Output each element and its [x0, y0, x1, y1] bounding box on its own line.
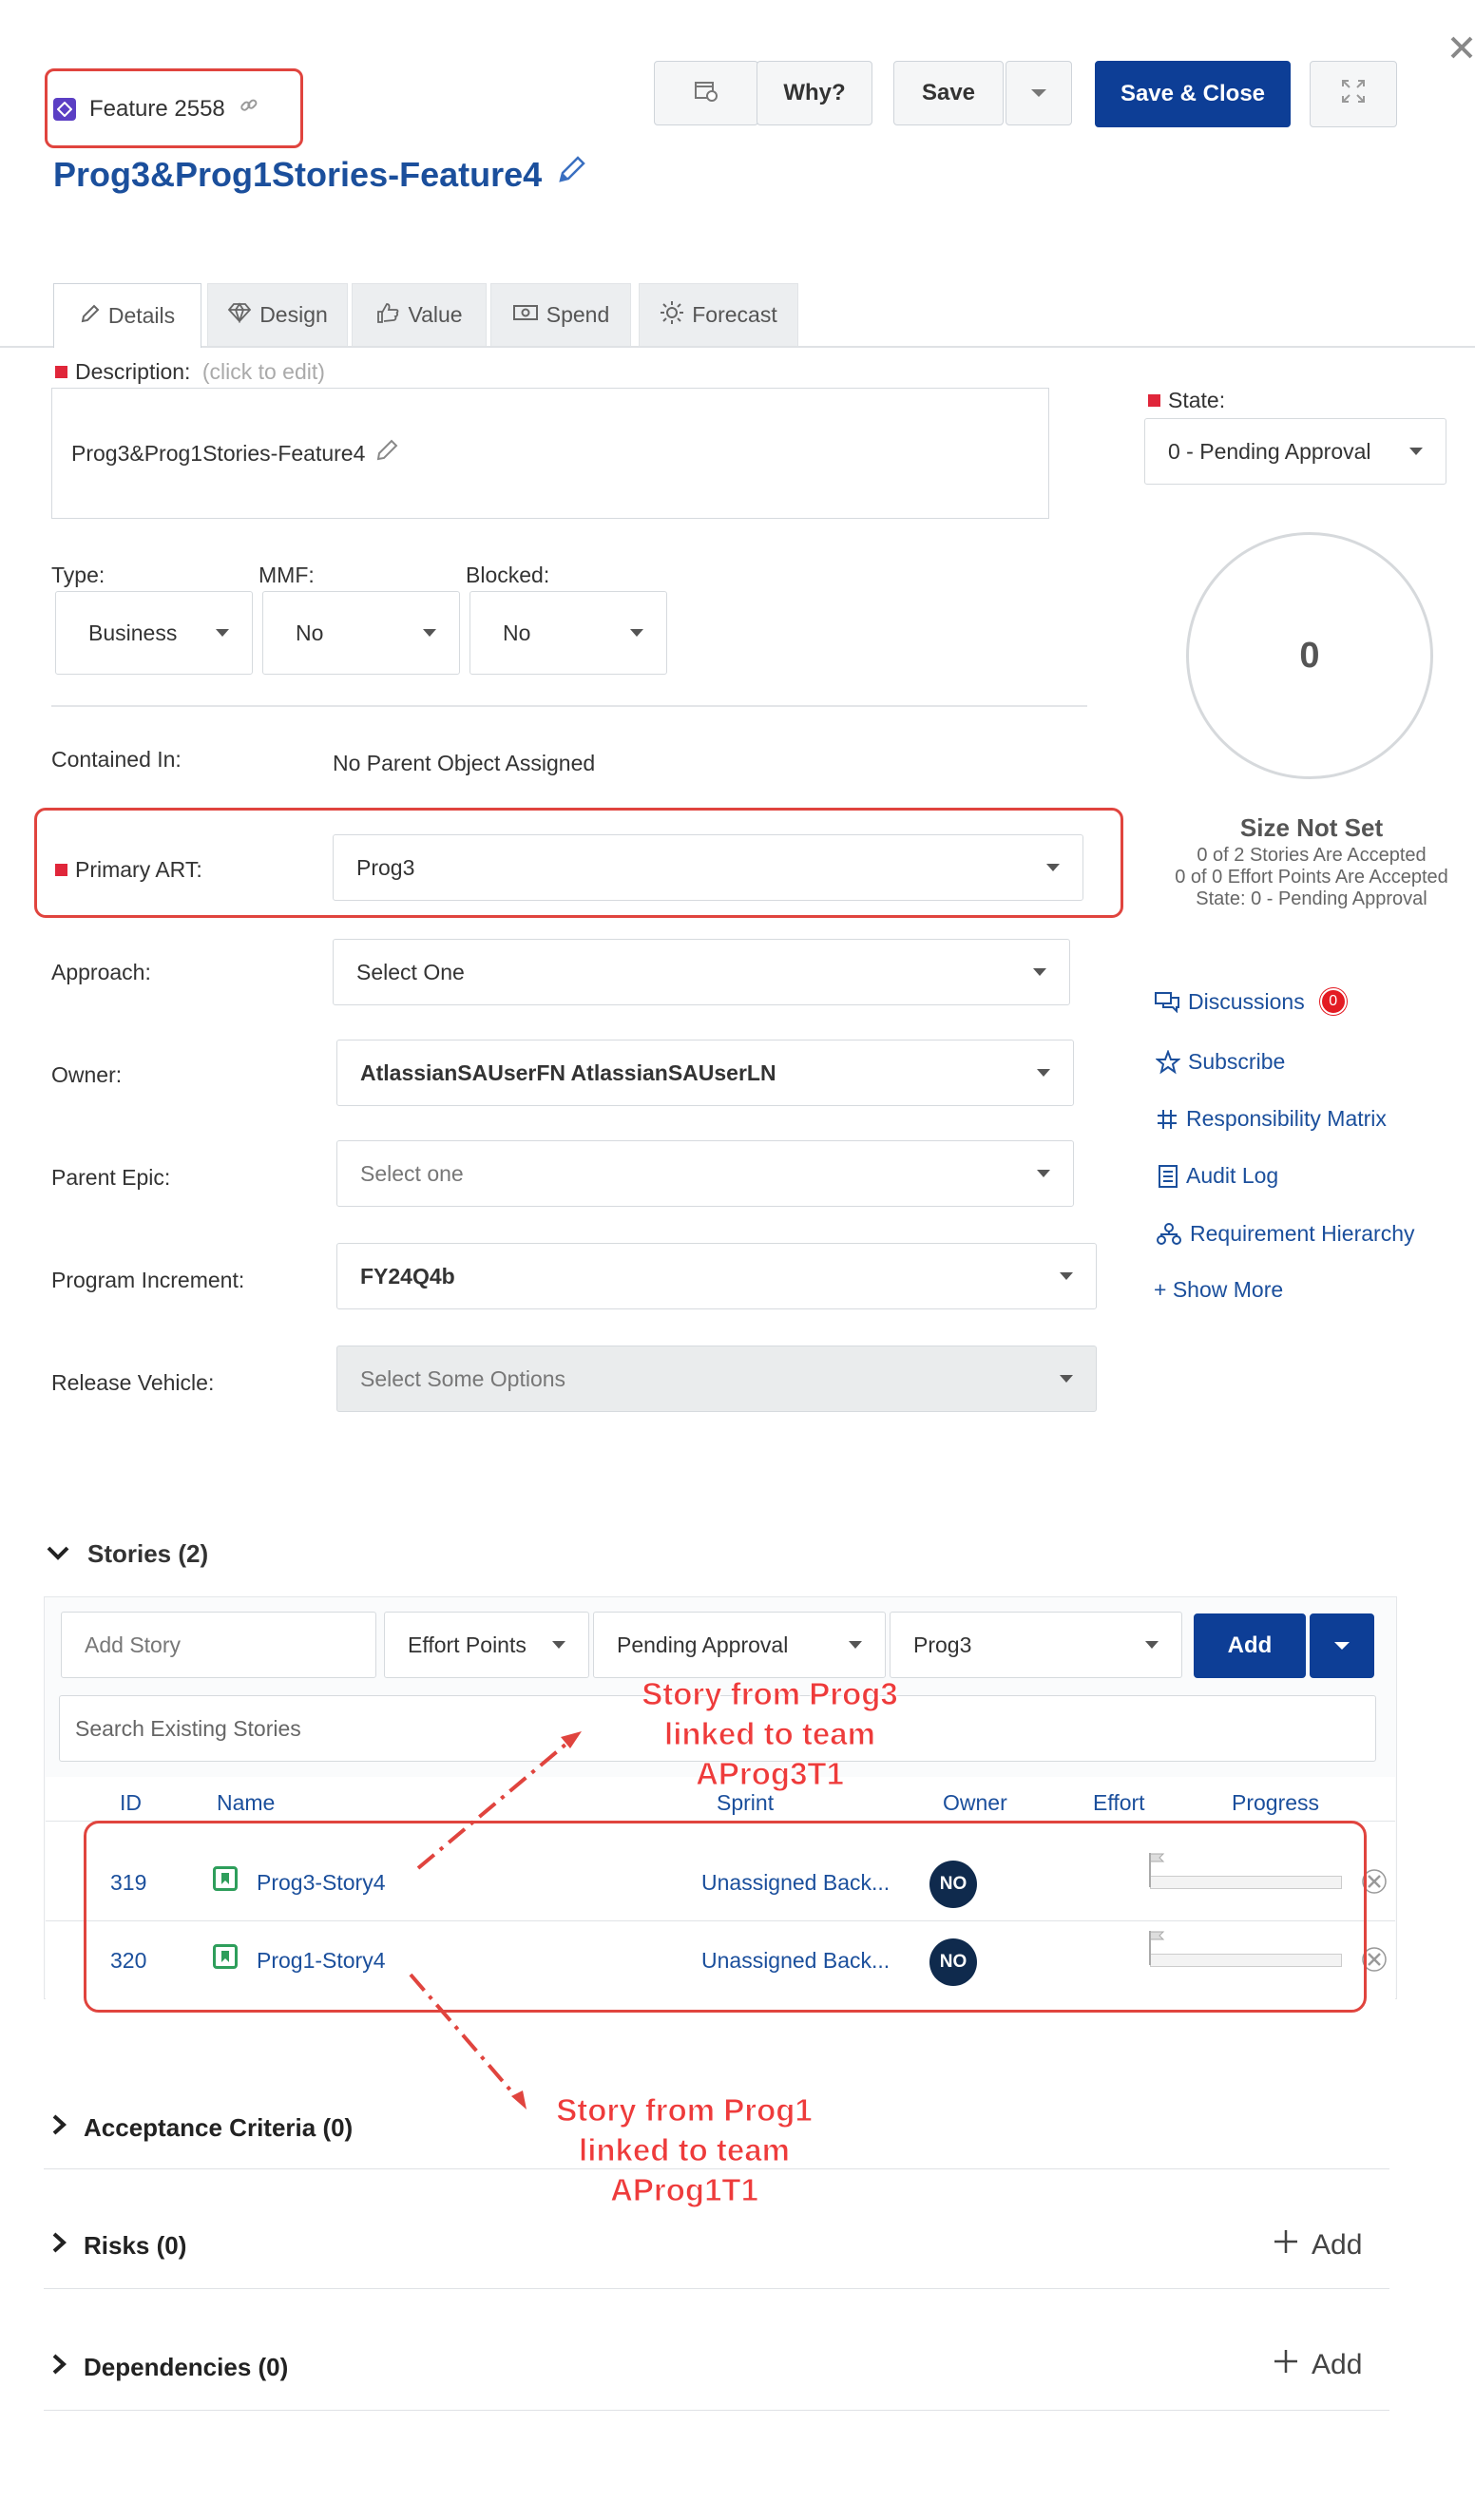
chevron-right-icon: [51, 2353, 67, 2382]
annotation-prog3: Story from Prog3 linked to team AProg3T1: [642, 1676, 899, 1792]
chevron-right-icon: [51, 2113, 67, 2143]
divider: [44, 2168, 1389, 2169]
plus-icon: [1272, 2227, 1300, 2263]
annotation-prog1: Story from Prog1 linked to team AProg1T1: [556, 2092, 814, 2208]
risks-section[interactable]: Risks (0): [51, 2231, 186, 2261]
acceptance-criteria-section[interactable]: Acceptance Criteria (0): [51, 2113, 353, 2143]
divider: [44, 2288, 1389, 2289]
plus-icon: [1272, 2347, 1300, 2383]
chevron-right-icon: [51, 2231, 67, 2261]
add-risk-button[interactable]: Add: [1272, 2227, 1362, 2263]
divider: [44, 2410, 1389, 2411]
dependencies-section[interactable]: Dependencies (0): [51, 2353, 288, 2382]
add-dependency-button[interactable]: Add: [1272, 2347, 1362, 2383]
